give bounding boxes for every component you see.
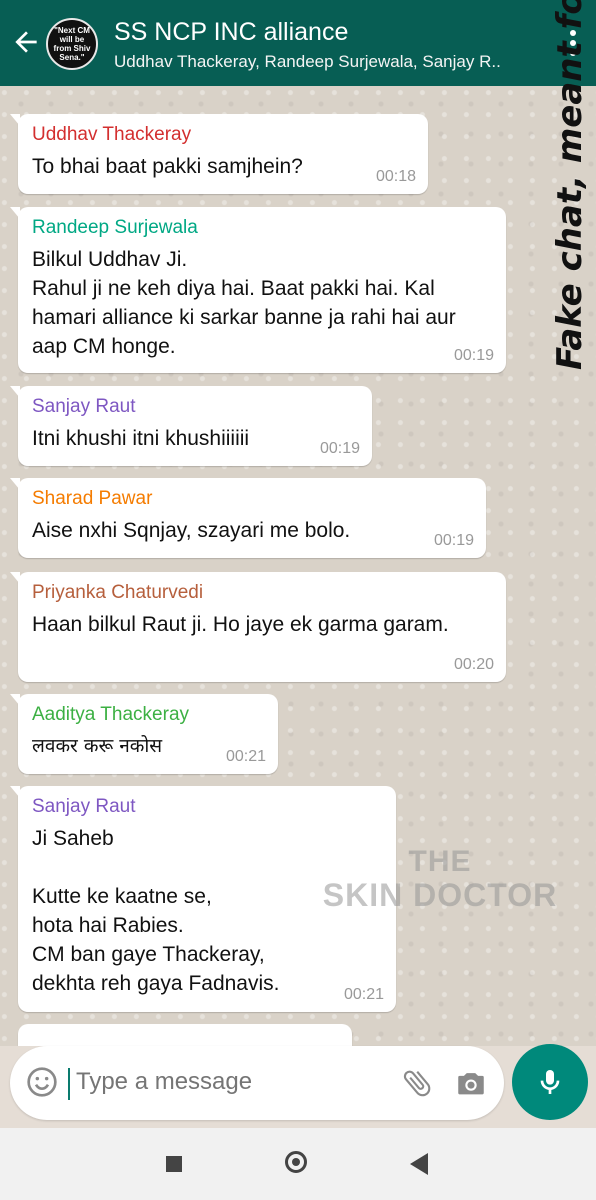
message-list[interactable]: Uddhav Thackeray To bhai baat pakki samj… [0, 86, 596, 1046]
message-input[interactable] [74, 1067, 378, 1097]
group-participants[interactable]: Uddhav Thackeray, Randeep Surjewala, San… [114, 52, 501, 72]
sender-name: Uddhav Thackeray [32, 124, 192, 145]
watermark-line1: THE [408, 845, 472, 878]
message-text: Aise nxhi Sqnjay, szayari me bolo. [32, 519, 351, 542]
message-time: 00:18 [375, 168, 416, 185]
mic-icon [540, 1070, 560, 1094]
watermark: THE SKIN DOCTOR [320, 845, 560, 913]
message-composer [10, 1046, 504, 1120]
message-text: Haan bilkul Raut ji. Ho jaye ek garma ga… [32, 613, 449, 636]
message-bubble[interactable]: Uddhav Thackeray To bhai baat pakki samj… [10, 114, 428, 194]
message-bubble[interactable]: Aaditya Thackeray लवकर करू नकोस 00:21 [10, 694, 278, 774]
chat-header: "Next CM will be from Shiv Sena." SS NCP… [0, 0, 596, 86]
group-avatar[interactable]: "Next CM will be from Shiv Sena." [46, 18, 98, 70]
sender-name: Sharad Pawar [32, 488, 153, 509]
text-caret [68, 1068, 70, 1100]
sender-name: Priyanka Chaturvedi [32, 582, 204, 603]
message-time: 00:21 [343, 986, 384, 1003]
mic-button[interactable] [512, 1044, 588, 1120]
message-time: 00:19 [433, 532, 474, 549]
watermark-line2: SKIN DOCTOR [322, 877, 558, 913]
message-time: 00:19 [453, 347, 494, 364]
message-bubble[interactable]: Sharad Pawar Aise nxhi Sqnjay, szayari m… [10, 478, 486, 558]
sender-name: Aaditya Thackeray [32, 704, 190, 725]
back-arrow-icon[interactable] [10, 26, 42, 58]
message-text: Itni khushi itni khushiiiiii [32, 427, 250, 450]
nav-back-icon[interactable] [410, 1153, 428, 1175]
partial-message-bubble[interactable] [18, 1024, 352, 1046]
group-title[interactable]: SS NCP INC alliance [114, 18, 348, 47]
avatar-text: "Next CM will be from Shiv Sena." [53, 26, 91, 62]
paperclip-icon[interactable] [400, 1066, 434, 1100]
message-time: 00:20 [453, 656, 494, 673]
camera-icon[interactable] [454, 1066, 488, 1100]
message-bubble[interactable]: Randeep Surjewala Bilkul Uddhav Ji. Rahu… [10, 207, 506, 373]
message-bubble[interactable]: Sanjay Raut Itni khushi itni khushiiiiii… [10, 386, 372, 466]
message-text: Bilkul Uddhav Ji. Rahul ji ne keh diya h… [32, 248, 456, 358]
system-nav-bar [0, 1128, 596, 1200]
sender-name: Sanjay Raut [32, 396, 136, 417]
message-time: 00:21 [225, 748, 266, 765]
emoji-icon[interactable] [26, 1066, 58, 1098]
message-bubble[interactable]: Priyanka Chaturvedi Haan bilkul Raut ji.… [10, 572, 506, 682]
message-time: 00:19 [319, 440, 360, 457]
satire-disclaimer: Fake chat, meant for satire. [550, 0, 590, 370]
message-text: To bhai baat pakki samjhein? [32, 155, 303, 178]
sender-name: Randeep Surjewala [32, 217, 198, 238]
sender-name: Sanjay Raut [32, 796, 136, 817]
home-icon[interactable] [285, 1151, 307, 1173]
recents-icon[interactable] [166, 1156, 182, 1172]
